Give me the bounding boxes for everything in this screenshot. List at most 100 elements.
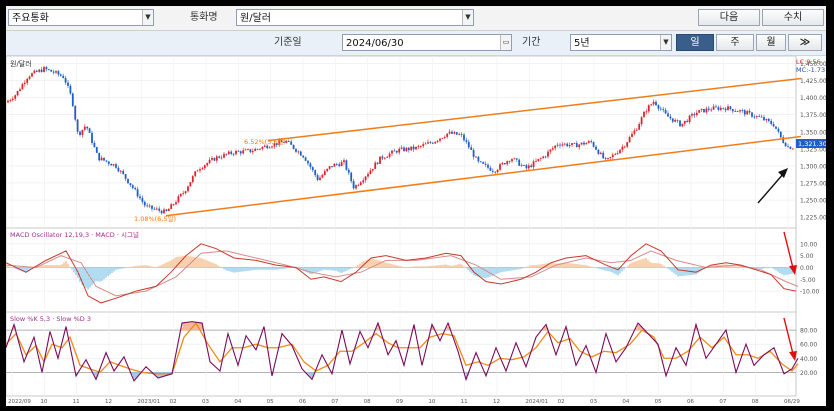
macd-histogram-bar bbox=[69, 266, 71, 268]
candle-body bbox=[21, 84, 24, 90]
macd-histogram-bar bbox=[489, 267, 491, 277]
candle-body bbox=[549, 149, 552, 152]
macd-histogram-bar bbox=[73, 267, 75, 273]
macd-histogram-bar bbox=[309, 267, 311, 275]
macd-histogram-bar bbox=[581, 264, 583, 268]
macd-histogram-bar bbox=[427, 266, 429, 268]
candle-body bbox=[419, 146, 422, 147]
macd-histogram-bar bbox=[197, 257, 199, 268]
macd-histogram-bar bbox=[587, 265, 589, 268]
tab-day[interactable]: 일 bbox=[676, 34, 714, 51]
macd-histogram-bar bbox=[733, 266, 735, 268]
candle-body bbox=[765, 118, 768, 121]
candle-body bbox=[532, 161, 535, 168]
candle-body bbox=[458, 134, 461, 136]
candle-body bbox=[355, 185, 357, 189]
macd-histogram-bar bbox=[219, 266, 221, 268]
macd-histogram-bar bbox=[643, 258, 645, 268]
candle-body bbox=[640, 117, 643, 125]
candle-body bbox=[309, 163, 312, 168]
macd-histogram-bar bbox=[355, 266, 357, 268]
macd-histogram-bar bbox=[43, 265, 45, 268]
candle-body bbox=[189, 182, 192, 187]
candle-body bbox=[712, 106, 715, 110]
macd-histogram-bar bbox=[321, 267, 323, 271]
candle-body bbox=[364, 176, 367, 181]
candle-body bbox=[619, 149, 621, 154]
macd-histogram-bar bbox=[683, 267, 685, 276]
macd-histogram-bar bbox=[289, 267, 291, 268]
main-currency-select[interactable]: 주요통화 ▼ bbox=[8, 9, 154, 26]
candle-body bbox=[386, 156, 389, 158]
macd-histogram-bar bbox=[387, 263, 389, 268]
candle-body bbox=[244, 149, 247, 151]
ma-value-label: MC:-1.73 bbox=[796, 66, 825, 74]
candle-body bbox=[23, 82, 26, 85]
candle-body bbox=[650, 104, 653, 106]
macd-histogram-bar bbox=[567, 262, 569, 268]
candle-body bbox=[724, 108, 727, 111]
candle-body bbox=[669, 116, 672, 119]
tab-week[interactable]: 주 bbox=[716, 34, 754, 51]
candle-body bbox=[362, 180, 365, 183]
candle-body bbox=[494, 171, 497, 173]
macd-histogram-bar bbox=[431, 265, 433, 268]
date-input[interactable]: 2024/06/30 ▭ bbox=[342, 34, 512, 51]
stoch-overbought-fill bbox=[184, 322, 186, 331]
macd-histogram-bar bbox=[497, 267, 499, 274]
macd-histogram-bar bbox=[461, 264, 463, 268]
pair-label: 통화명 bbox=[190, 12, 218, 23]
macd-histogram-bar bbox=[109, 267, 111, 275]
candle-body bbox=[175, 202, 177, 205]
calendar-icon[interactable]: ▭ bbox=[500, 35, 511, 50]
macd-histogram-bar bbox=[501, 267, 503, 273]
pair-value: 원/달러 bbox=[240, 13, 271, 24]
macd-histogram-bar bbox=[649, 261, 651, 268]
filter-toolbar: 기준일 2024/06/30 ▭ 기간 5년 ▼ 일 주 월 ≫ bbox=[6, 31, 826, 56]
candle-body bbox=[311, 167, 314, 171]
macd-histogram-bar bbox=[157, 266, 159, 268]
candle-body bbox=[554, 145, 557, 149]
candle-body bbox=[81, 129, 84, 135]
candle-body bbox=[655, 101, 657, 106]
candle-body bbox=[635, 129, 638, 131]
period-select[interactable]: 5년 ▼ bbox=[570, 34, 672, 51]
chevron-down-icon[interactable]: ▼ bbox=[142, 10, 153, 25]
candle-body bbox=[50, 69, 53, 72]
candle-body bbox=[59, 74, 62, 76]
values-button[interactable]: 수치 bbox=[762, 9, 824, 26]
candle-body bbox=[391, 150, 393, 154]
macd-histogram-bar bbox=[397, 265, 399, 268]
tab-month[interactable]: 월 bbox=[756, 34, 786, 51]
candle-body bbox=[359, 182, 362, 185]
pair-select[interactable]: 원/달러 ▼ bbox=[236, 9, 474, 26]
candle-body bbox=[722, 107, 725, 109]
candle-body bbox=[405, 147, 408, 152]
candle-body bbox=[587, 141, 590, 143]
macd-histogram-bar bbox=[245, 267, 247, 272]
macd-histogram-bar bbox=[371, 258, 373, 268]
candle-body bbox=[767, 118, 770, 121]
chevron-down-icon[interactable]: ▼ bbox=[660, 35, 671, 50]
more-button[interactable]: ≫ bbox=[788, 34, 822, 51]
chevron-down-icon[interactable]: ▼ bbox=[462, 10, 473, 25]
macd-histogram-bar bbox=[93, 267, 95, 284]
macd-histogram-bar bbox=[693, 267, 695, 275]
candle-body bbox=[383, 157, 386, 159]
macd-histogram-bar bbox=[633, 261, 635, 268]
macd-histogram-bar bbox=[539, 264, 541, 268]
candle-body bbox=[316, 175, 319, 181]
candle-body bbox=[110, 163, 113, 166]
candle-body bbox=[410, 146, 413, 151]
chart-area[interactable]: 1,225.001,250.001,275.001,300.001,325.00… bbox=[6, 56, 826, 406]
stoch-oversold-fill bbox=[133, 372, 135, 379]
candle-body bbox=[31, 73, 33, 77]
candle-body bbox=[662, 109, 665, 111]
candle-body bbox=[777, 128, 780, 132]
candle-body bbox=[326, 168, 329, 172]
next-button[interactable]: 다음 bbox=[698, 9, 760, 26]
candle-body bbox=[446, 133, 449, 137]
candle-body bbox=[760, 116, 763, 118]
macd-histogram-bar bbox=[755, 267, 757, 269]
x-tick-label: 11 bbox=[461, 399, 468, 405]
